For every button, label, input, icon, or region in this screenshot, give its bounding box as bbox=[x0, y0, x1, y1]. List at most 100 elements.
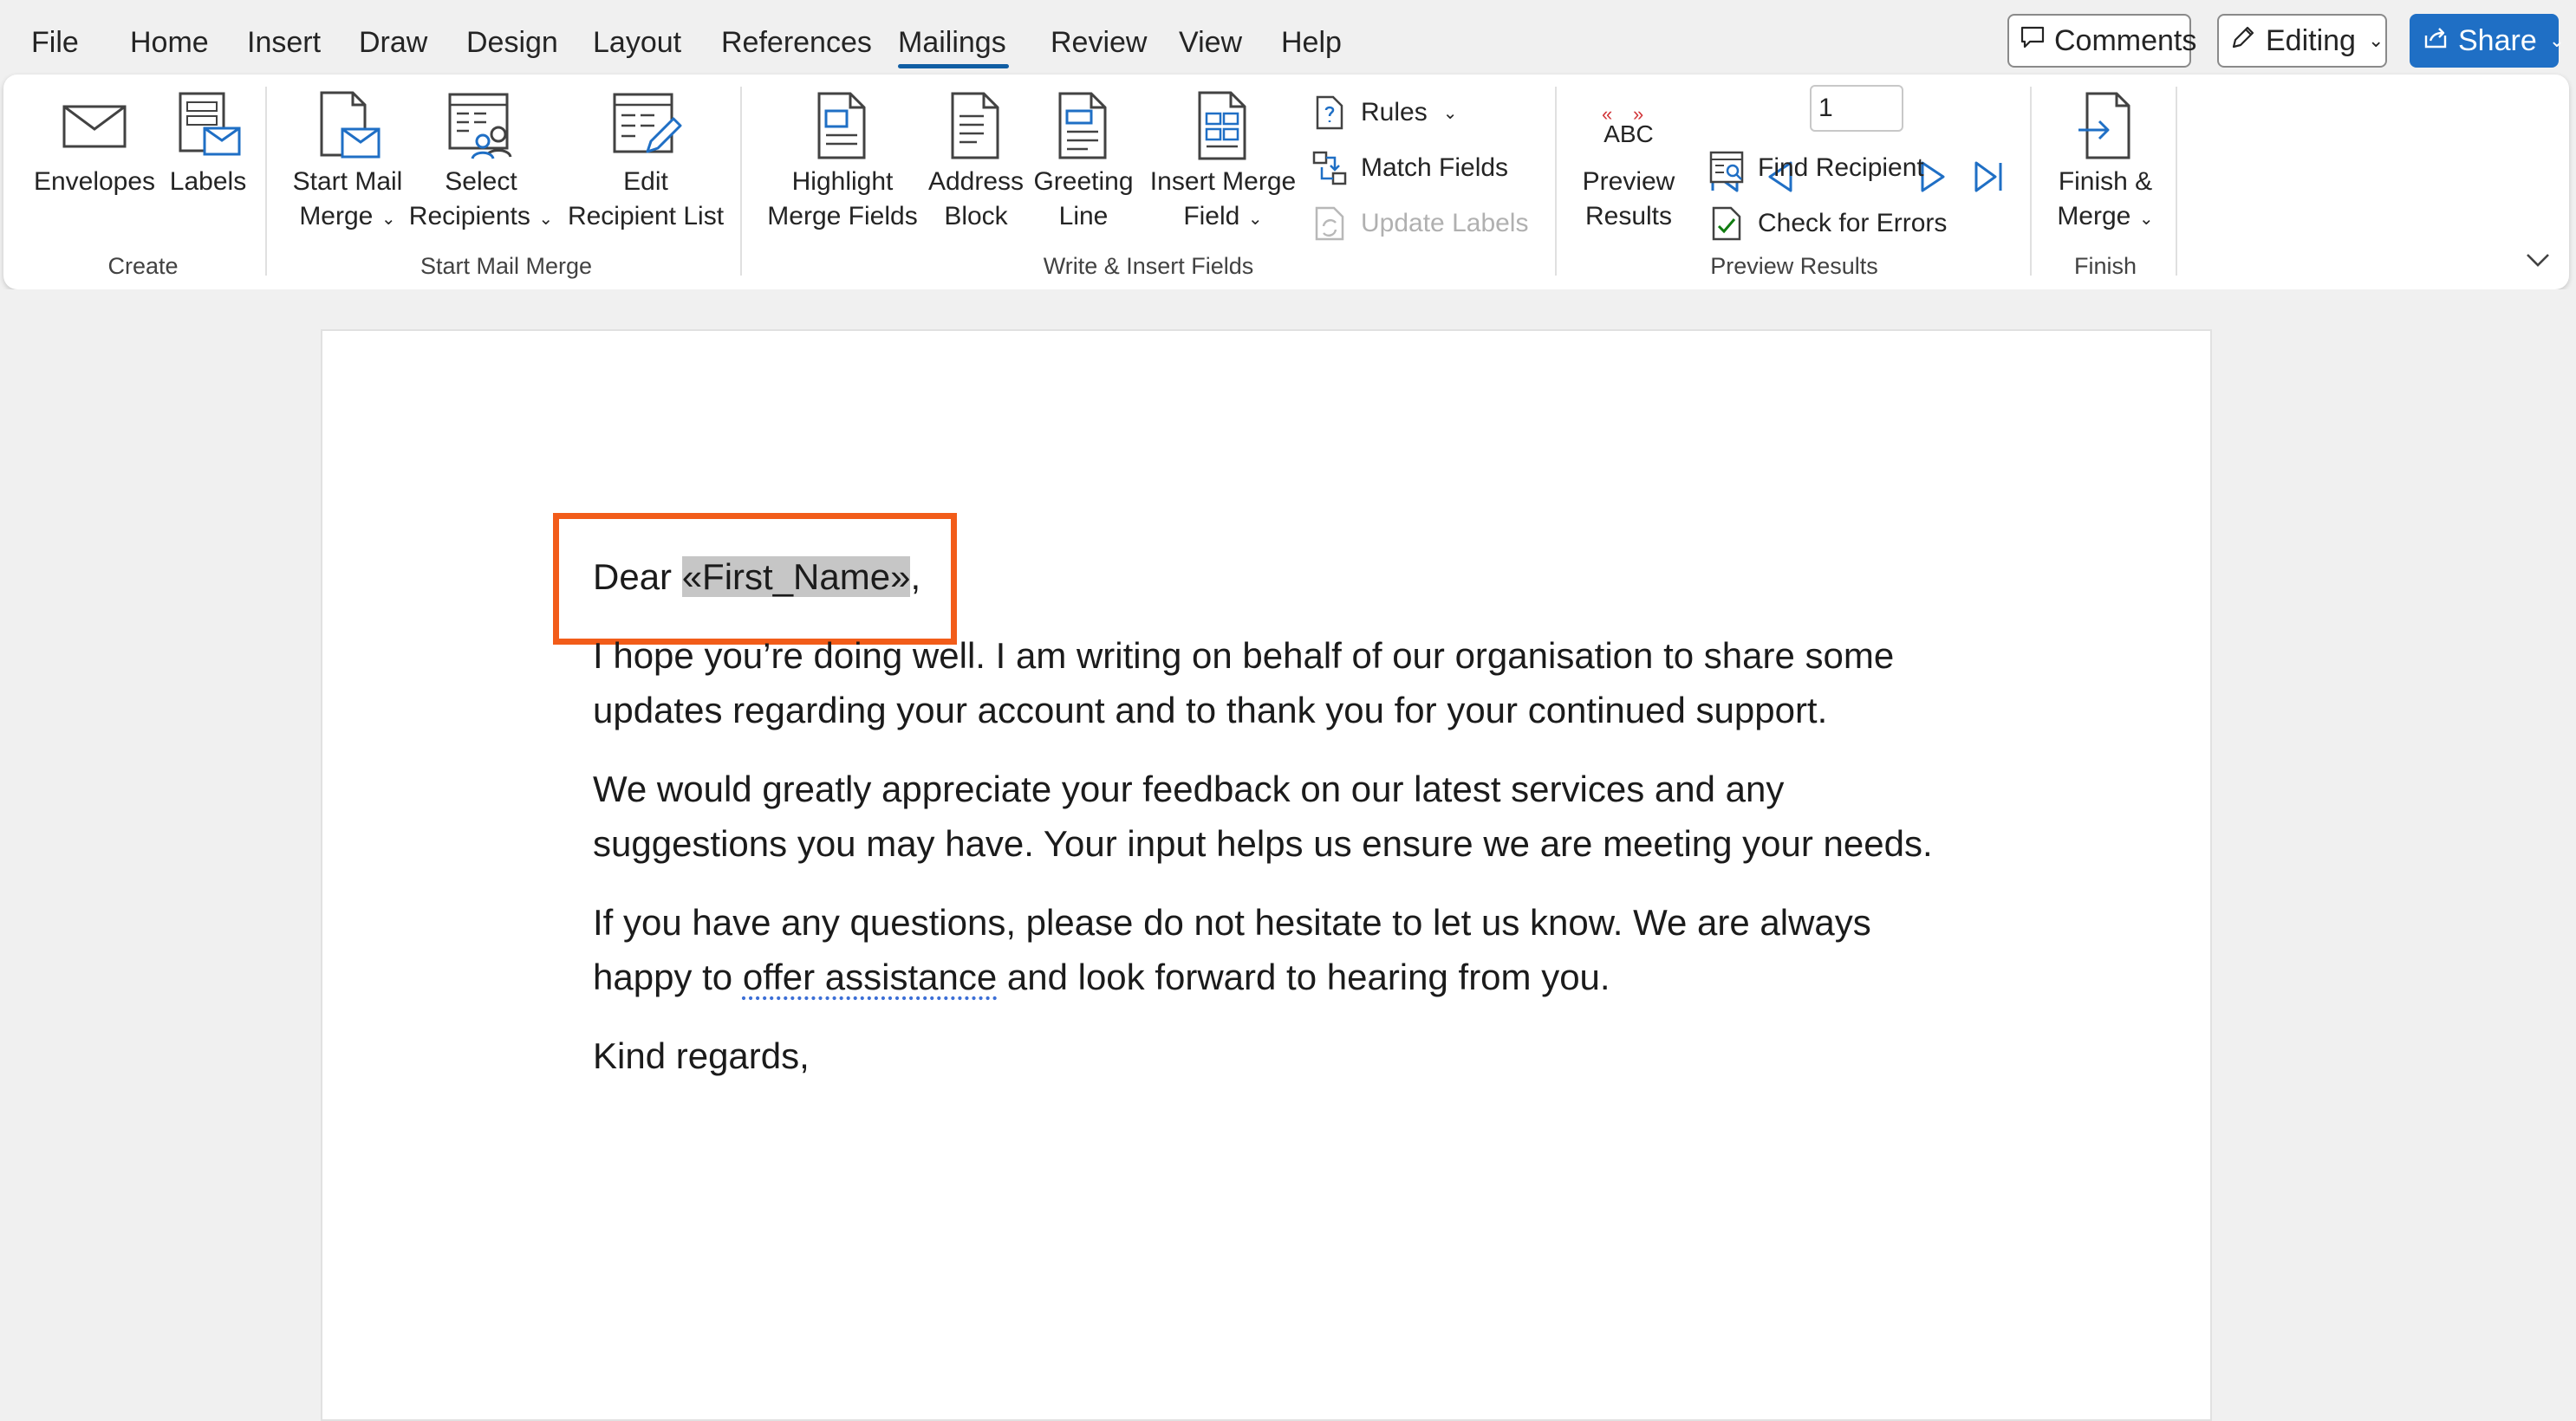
greeting-line-icon bbox=[1044, 87, 1122, 165]
tab-file[interactable]: File bbox=[31, 23, 79, 62]
insert-merge-field-icon bbox=[1184, 87, 1262, 165]
insert-merge-field-label-2: Field bbox=[1183, 202, 1240, 230]
last-record-button[interactable] bbox=[1968, 158, 2009, 199]
check-errors-icon bbox=[1708, 204, 1746, 243]
editing-mode-button[interactable]: Editing ⌄ bbox=[2217, 14, 2387, 68]
edit-recipient-list-label-2: Recipient List bbox=[567, 202, 725, 230]
paragraph-3-line-2-start: happy to bbox=[593, 957, 743, 997]
match-fields-icon bbox=[1311, 149, 1349, 187]
comments-label: Comments bbox=[2054, 23, 2197, 57]
rules-button[interactable]: Rules ⌄ bbox=[1311, 88, 1457, 137]
check-for-errors-button[interactable]: Check for Errors bbox=[1708, 199, 1947, 248]
tab-design[interactable]: Design bbox=[466, 23, 558, 62]
greeting-line-button[interactable]: Greeting Line bbox=[1030, 87, 1137, 244]
select-recipients-button[interactable]: Select Recipients ⌄ bbox=[407, 87, 555, 244]
share-button[interactable]: Share ⌄ bbox=[2410, 14, 2565, 68]
highlight-merge-fields-button[interactable]: Highlight Merge Fields bbox=[758, 87, 927, 244]
start-mail-merge-label-2: Merge bbox=[299, 202, 374, 230]
menu-bar: File Home Insert Draw Design Layout Refe… bbox=[0, 0, 2576, 83]
rules-icon bbox=[1311, 94, 1349, 132]
tab-insert[interactable]: Insert bbox=[247, 23, 321, 62]
paragraph-1[interactable]: I hope you’re doing well. I am writing o… bbox=[593, 628, 1997, 737]
chevron-down-icon: ⌄ bbox=[2134, 210, 2154, 229]
address-block-button[interactable]: Address Block bbox=[926, 87, 1026, 244]
greeting-prefix: Dear bbox=[593, 556, 682, 597]
labels-button[interactable]: Labels bbox=[165, 87, 251, 244]
tab-draw[interactable]: Draw bbox=[359, 23, 427, 62]
finish-merge-icon bbox=[2066, 87, 2144, 165]
select-recipients-label-2: Recipients bbox=[408, 202, 530, 230]
ribbon: Envelopes Labels Create Start Mail Merge… bbox=[3, 75, 2569, 289]
chevron-down-icon: ⌄ bbox=[2367, 29, 2384, 51]
edit-recipient-list-icon bbox=[607, 87, 685, 165]
preview-results-icon: «» ABC bbox=[1590, 87, 1668, 165]
comments-button[interactable]: Comments bbox=[2007, 14, 2196, 68]
group-label-write-insert-fields: Write & Insert Fields bbox=[1043, 253, 1254, 279]
active-tab-indicator bbox=[898, 64, 1009, 68]
chevron-down-icon bbox=[2525, 251, 2551, 273]
group-divider bbox=[2030, 87, 2032, 276]
insert-merge-field-button[interactable]: Insert Merge Field ⌄ bbox=[1141, 87, 1305, 244]
tab-home[interactable]: Home bbox=[130, 23, 209, 62]
envelope-icon bbox=[55, 87, 133, 165]
group-label-start-mail-merge: Start Mail Merge bbox=[420, 253, 593, 279]
start-mail-merge-label-1: Start Mail bbox=[292, 167, 403, 196]
group-label-finish: Finish bbox=[2073, 253, 2137, 279]
match-fields-label: Match Fields bbox=[1361, 153, 1509, 182]
group-divider bbox=[2176, 87, 2177, 276]
select-recipients-label-1: Select bbox=[445, 167, 517, 196]
finish-merge-button[interactable]: Finish & Merge ⌄ bbox=[2044, 87, 2167, 244]
tab-layout[interactable]: Layout bbox=[593, 23, 681, 62]
closing-line[interactable]: Kind regards, bbox=[593, 1028, 1997, 1083]
record-number-input[interactable] bbox=[1810, 85, 1903, 132]
ribbon-collapse-button[interactable] bbox=[2521, 244, 2555, 279]
paragraph-3-line-2-end: and look forward to hearing from you. bbox=[997, 957, 1610, 997]
preview-results-label-1: Preview bbox=[1582, 167, 1675, 196]
address-block-icon bbox=[937, 87, 1015, 165]
group-label-create: Create bbox=[107, 253, 179, 279]
preview-results-label-2: Results bbox=[1584, 202, 1673, 230]
greeting-line[interactable]: Dear «First_Name», bbox=[593, 549, 1997, 604]
match-fields-button[interactable]: Match Fields bbox=[1311, 144, 1508, 192]
chevron-down-icon: ⌄ bbox=[376, 210, 396, 229]
tab-mailings[interactable]: Mailings bbox=[898, 23, 1006, 62]
select-recipients-icon bbox=[442, 87, 520, 165]
tab-references[interactable]: References bbox=[721, 23, 872, 62]
editing-label: Editing bbox=[2266, 23, 2356, 57]
paragraph-1-line-1: I hope you’re doing well. I am writing o… bbox=[593, 635, 1895, 676]
document-page[interactable]: Dear «First_Name», I hope you’re doing w… bbox=[321, 329, 2212, 1421]
chevron-down-icon: ⌄ bbox=[1442, 103, 1458, 123]
update-labels-button[interactable]: Update Labels bbox=[1311, 199, 1528, 248]
paragraph-2[interactable]: We would greatly appreciate your feedbac… bbox=[593, 762, 1997, 871]
envelopes-button[interactable]: Envelopes bbox=[29, 87, 159, 244]
update-labels-label: Update Labels bbox=[1361, 209, 1529, 237]
finish-merge-label-1: Finish & bbox=[2058, 167, 2153, 196]
highlight-merge-fields-label-1: Highlight bbox=[791, 167, 894, 196]
rules-label: Rules bbox=[1361, 98, 1428, 127]
share-label: Share bbox=[2458, 23, 2537, 57]
tab-help[interactable]: Help bbox=[1281, 23, 1342, 62]
document-canvas: Dear «First_Name», I hope you’re doing w… bbox=[0, 289, 2576, 1421]
highlight-merge-fields-label-2: Merge Fields bbox=[767, 202, 918, 230]
find-recipient-button[interactable]: Find Recipient bbox=[1708, 144, 1924, 192]
find-recipient-label: Find Recipient bbox=[1758, 153, 1924, 182]
greeting-suffix: , bbox=[910, 556, 921, 597]
tab-view[interactable]: View bbox=[1179, 23, 1242, 62]
address-block-label-1: Address bbox=[927, 167, 1025, 196]
paragraph-3-line-1: If you have any questions, please do not… bbox=[593, 902, 1871, 943]
preview-results-button[interactable]: «» ABC Preview Results bbox=[1572, 87, 1685, 244]
last-record-icon bbox=[1971, 159, 2006, 198]
edit-recipient-list-button[interactable]: Edit Recipient List bbox=[563, 87, 728, 244]
envelopes-label: Envelopes bbox=[33, 167, 156, 196]
chevron-down-icon: ⌄ bbox=[2548, 29, 2566, 51]
grammar-suggestion-text[interactable]: offer assistance bbox=[743, 957, 997, 997]
start-mail-merge-button[interactable]: Start Mail Merge ⌄ bbox=[283, 87, 413, 244]
group-divider bbox=[1555, 87, 1557, 276]
first-name-merge-field[interactable]: «First_Name» bbox=[681, 556, 911, 597]
tab-review[interactable]: Review bbox=[1051, 23, 1147, 62]
paragraph-2-line-2: suggestions you may have. Your input hel… bbox=[593, 823, 1933, 864]
address-block-label-2: Block bbox=[944, 202, 1008, 230]
highlight-merge-fields-icon bbox=[803, 87, 881, 165]
paragraph-3[interactable]: If you have any questions, please do not… bbox=[593, 895, 1997, 1004]
paragraph-1-line-2: updates regarding your account and to th… bbox=[593, 690, 1828, 730]
